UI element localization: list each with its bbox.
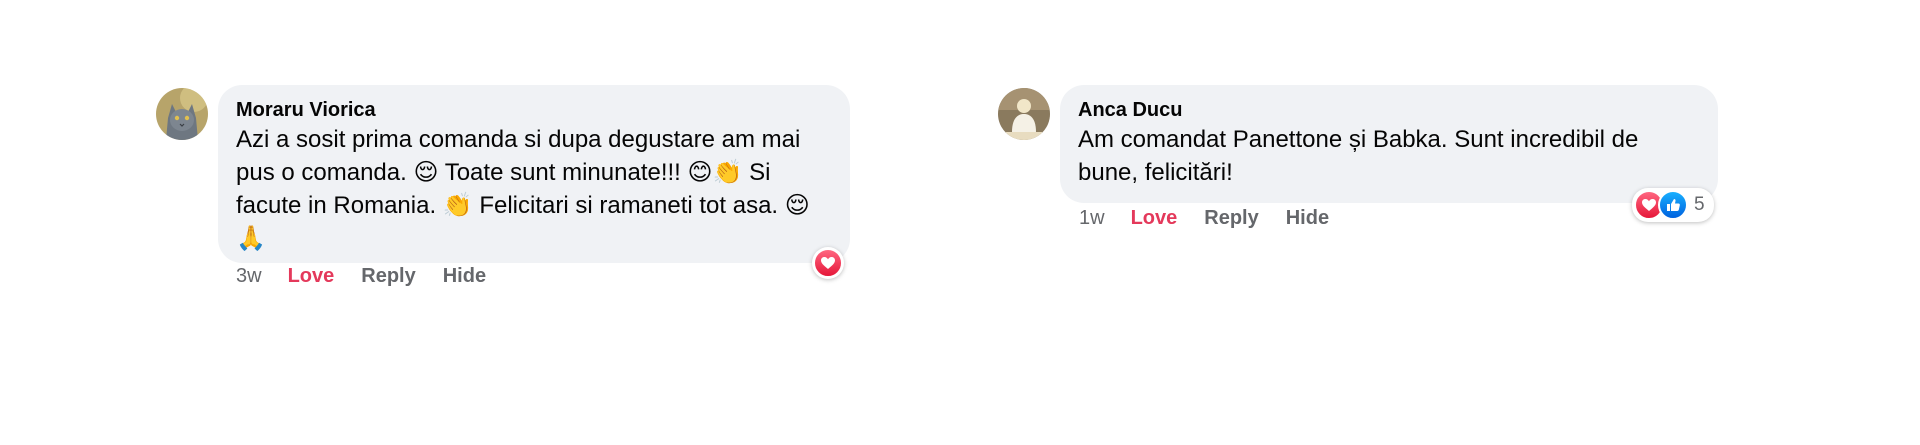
comment-bubble: Moraru Viorica Azi a sosit prima comanda… <box>218 85 850 263</box>
reaction-count: 5 <box>1694 194 1705 215</box>
reply-button[interactable]: Reply <box>361 264 415 288</box>
person-avatar-icon <box>998 88 1050 140</box>
avatar[interactable] <box>998 88 1050 140</box>
avatar[interactable] <box>156 88 208 140</box>
comment-text-line: pus o comanda. 😌 Toate sunt minunate!!! … <box>236 159 771 186</box>
comment-timestamp[interactable]: 1w <box>1079 206 1105 230</box>
love-button[interactable]: Love <box>1131 206 1178 230</box>
comment-text-line: Am comandat Panettone și Babka. Sunt inc… <box>1078 126 1639 153</box>
hide-button[interactable]: Hide <box>443 264 486 288</box>
comment-text-line: bune, felicitări! <box>1078 159 1233 186</box>
comment-text-line: Azi a sosit prima comanda si dupa degust… <box>236 126 801 153</box>
reaction-summary[interactable]: 5 <box>1632 188 1714 222</box>
reply-button[interactable]: Reply <box>1204 206 1258 230</box>
hide-button[interactable]: Hide <box>1286 206 1329 230</box>
comment-timestamp[interactable]: 3w <box>236 264 262 288</box>
comment-text-line: facute in Romania. 👏 Felicitari si raman… <box>236 192 810 219</box>
heart-icon <box>813 248 843 278</box>
comment-author[interactable]: Anca Ducu <box>1078 97 1700 123</box>
comment-bubble: Anca Ducu Am comandat Panettone și Babka… <box>1060 85 1718 203</box>
cat-avatar-icon <box>156 88 208 140</box>
comment-text-line: 🙏 <box>236 225 266 252</box>
comment-author[interactable]: Moraru Viorica <box>236 97 832 123</box>
love-button[interactable]: Love <box>288 264 335 288</box>
reaction-summary[interactable] <box>812 247 844 279</box>
thumbs-up-icon <box>1658 190 1688 220</box>
comment-actions: 1w Love Reply Hide <box>1079 206 1356 230</box>
comment-actions: 3w Love Reply Hide <box>236 264 513 288</box>
